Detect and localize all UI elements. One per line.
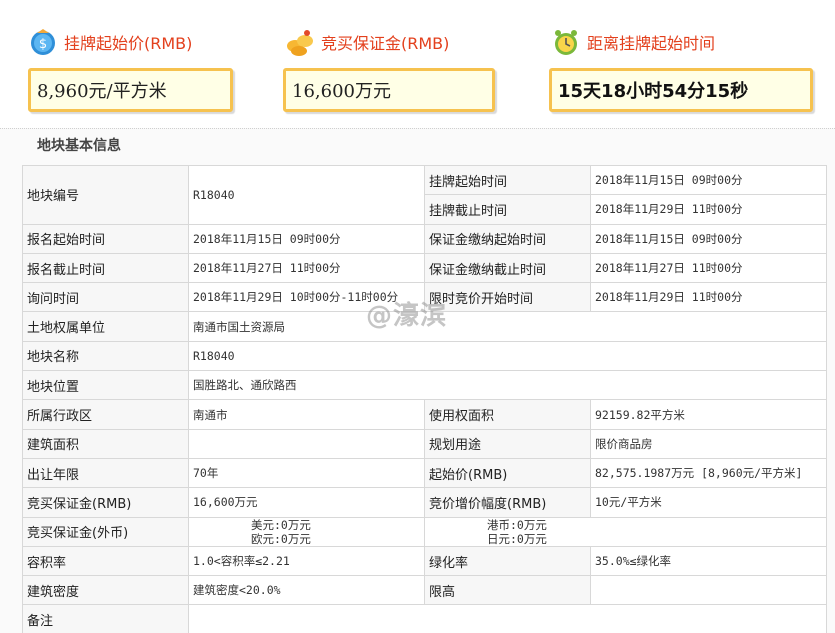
field-label: 起始价(RMB) [424, 457, 591, 489]
field-value: 1.0<容积率≤2.21 [188, 545, 425, 577]
field-label: 限高 [424, 575, 591, 606]
countdown-card: 距离挂牌起始时间 15天18小时54分15秒 [549, 0, 813, 122]
field-value: R18040 [188, 165, 425, 225]
basic-info-section: 地块基本信息 地块编号 R18040 挂牌起始时间 2018年11月15日 09… [0, 128, 835, 633]
field-label: 限时竞价开始时间 [424, 282, 591, 313]
money-bag-icon: $ [31, 29, 55, 55]
field-label: 规划用途 [424, 428, 591, 459]
field-value [188, 604, 827, 633]
field-label: 使用权面积 [424, 399, 591, 430]
field-label: 询问时间 [22, 282, 189, 313]
foreign-deposit-right: 港币:0万元 日元:0万元 [424, 516, 827, 547]
field-value: 70年 [188, 457, 425, 489]
field-label: 容积率 [22, 545, 189, 577]
deposit-value: 16,600万元 [283, 68, 495, 112]
table-row: 所属行政区 南通市 使用权面积 92159.82平方米 [22, 399, 827, 430]
field-value [188, 428, 425, 459]
field-label: 挂牌起始时间 [424, 164, 591, 196]
start-price-card: $ 挂牌起始价(RMB) 8,960元/平方米 [28, 0, 238, 122]
table-row: 容积率 1.0<容积率≤2.21 绿化率 35.0%≤绿化率 [22, 545, 827, 577]
foreign-deposit-left: 美元:0万元 欧元:0万元 [188, 516, 425, 547]
field-label: 报名起始时间 [22, 223, 189, 254]
field-value [590, 575, 827, 606]
field-label: 保证金缴纳截止时间 [424, 252, 591, 284]
svg-text:$: $ [39, 37, 47, 52]
coins-icon [287, 30, 313, 56]
field-value: 10元/平方米 [590, 487, 827, 518]
field-value: 2018年11月15日 09时00分 [590, 223, 827, 254]
table-row: 报名截止时间 2018年11月27日 11时00分 保证金缴纳截止时间 2018… [22, 252, 827, 284]
table-row: 建筑面积 规划用途 限价商品房 [22, 428, 827, 459]
table-row: 竞买保证金(RMB) 16,600万元 竞价增价幅度(RMB) 10元/平方米 [22, 487, 827, 518]
table-row: 出让年限 70年 起始价(RMB) 82,575.1987万元 [8,960元/… [22, 457, 827, 489]
field-label: 备注 [22, 604, 189, 633]
section-title: 地块基本信息 [37, 138, 121, 154]
field-value: 国胜路北、通欣路西 [188, 370, 827, 401]
field-value: 2018年11月27日 11时00分 [188, 252, 425, 284]
deposit-card: 竞买保证金(RMB) 16,600万元 [283, 0, 497, 122]
table-row: 建筑密度 建筑密度<20.0% 限高 [22, 575, 827, 606]
field-value: 南通市国土资源局 [188, 311, 827, 342]
field-label: 所属行政区 [22, 399, 189, 430]
start-price-value: 8,960元/平方米 [28, 68, 233, 112]
summary-panel: $ 挂牌起始价(RMB) 8,960元/平方米 竞买保证金(RMB) 16,60… [0, 0, 835, 122]
field-label: 建筑面积 [22, 428, 189, 459]
basic-info-table: 地块编号 R18040 挂牌起始时间 2018年11月15日 09时00分 挂牌… [22, 164, 827, 633]
countdown-value: 15天18小时54分15秒 [549, 68, 813, 112]
table-row: 报名起始时间 2018年11月15日 09时00分 保证金缴纳起始时间 2018… [22, 223, 827, 254]
jpy-value: 日元:0万元 [487, 531, 547, 546]
field-value: 35.0%≤绿化率 [590, 545, 827, 577]
field-label: 建筑密度 [22, 575, 189, 606]
field-value: 92159.82平方米 [590, 399, 827, 430]
table-row: 地块名称 R18040 [22, 340, 827, 372]
field-value: 南通市 [188, 399, 425, 430]
alarm-clock-icon [555, 30, 577, 55]
watermark: @濠滨 [366, 301, 448, 331]
field-label: 挂牌截止时间 [424, 194, 591, 225]
table-row: 备注 [22, 604, 827, 633]
field-label: 地块名称 [22, 340, 189, 372]
field-value: 2018年11月29日 11时00分 [590, 194, 827, 225]
field-value: 82,575.1987万元 [8,960元/平方米] [590, 457, 827, 489]
field-label: 报名截止时间 [22, 252, 189, 284]
field-value: 2018年11月29日 11时00分 [590, 282, 827, 313]
table-row: 地块位置 国胜路北、通欣路西 [22, 370, 827, 401]
field-label: 土地权属单位 [22, 311, 189, 342]
field-value: 16,600万元 [188, 487, 425, 518]
field-value: 2018年11月15日 09时00分 [590, 164, 827, 196]
hkd-value: 港币:0万元 [487, 517, 547, 532]
field-label: 竞买保证金(外币) [22, 516, 189, 547]
field-label: 竞买保证金(RMB) [22, 487, 189, 518]
field-label: 地块编号 [22, 165, 189, 225]
field-value: 2018年11月27日 11时00分 [590, 252, 827, 284]
field-value: 建筑密度<20.0% [188, 575, 425, 606]
field-value: 2018年11月15日 09时00分 [188, 223, 425, 254]
start-price-title: 挂牌起始价(RMB) [64, 34, 193, 53]
deposit-title: 竞买保证金(RMB) [321, 34, 450, 53]
field-label: 绿化率 [424, 545, 591, 577]
eur-value: 欧元:0万元 [251, 531, 311, 546]
field-value: R18040 [188, 340, 827, 372]
field-label: 出让年限 [22, 457, 189, 489]
field-value: 限价商品房 [590, 428, 827, 459]
usd-value: 美元:0万元 [251, 517, 311, 532]
field-label: 竞价增价幅度(RMB) [424, 487, 591, 518]
table-row: 地块编号 R18040 挂牌起始时间 2018年11月15日 09时00分 [22, 164, 827, 225]
table-row: 竞买保证金(外币) 美元:0万元 欧元:0万元 港币:0万元 日元:0万元 [22, 516, 827, 547]
field-label: 地块位置 [22, 370, 189, 401]
countdown-title: 距离挂牌起始时间 [587, 34, 716, 53]
field-label: 保证金缴纳起始时间 [424, 223, 591, 254]
